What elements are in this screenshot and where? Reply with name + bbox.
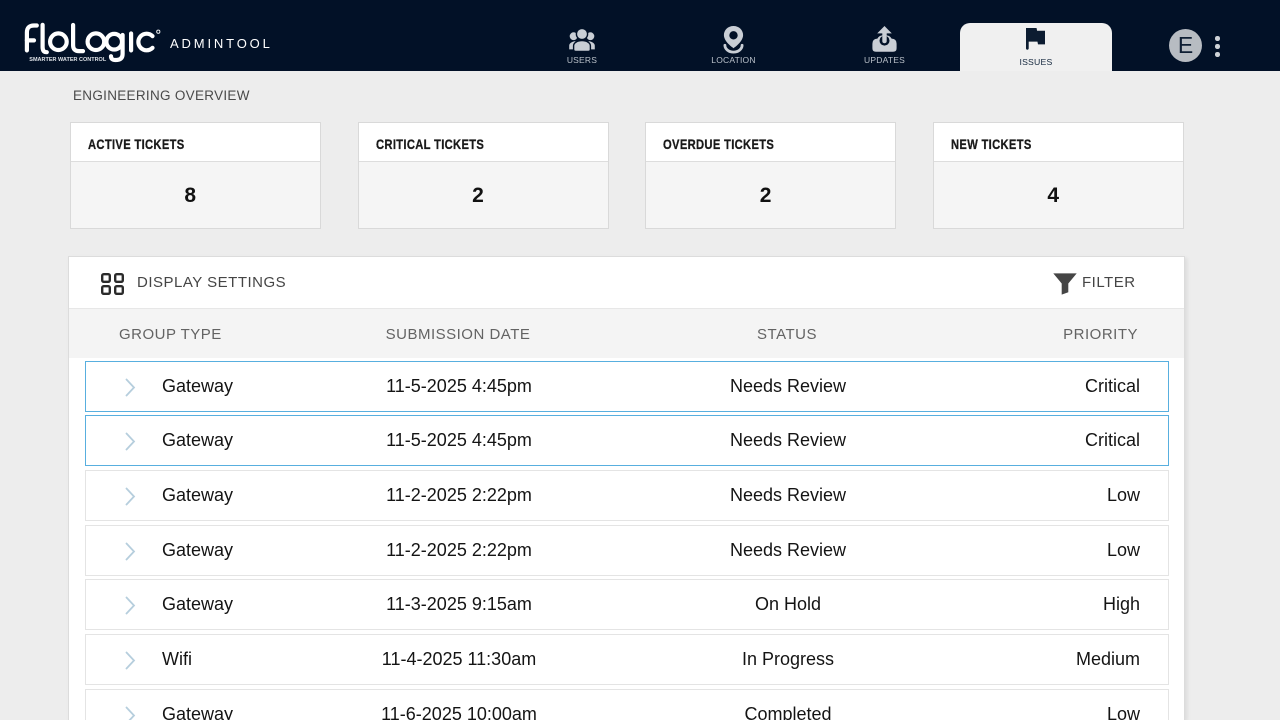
svg-text:SMARTER WATER CONTROL: SMARTER WATER CONTROL [29,57,107,63]
